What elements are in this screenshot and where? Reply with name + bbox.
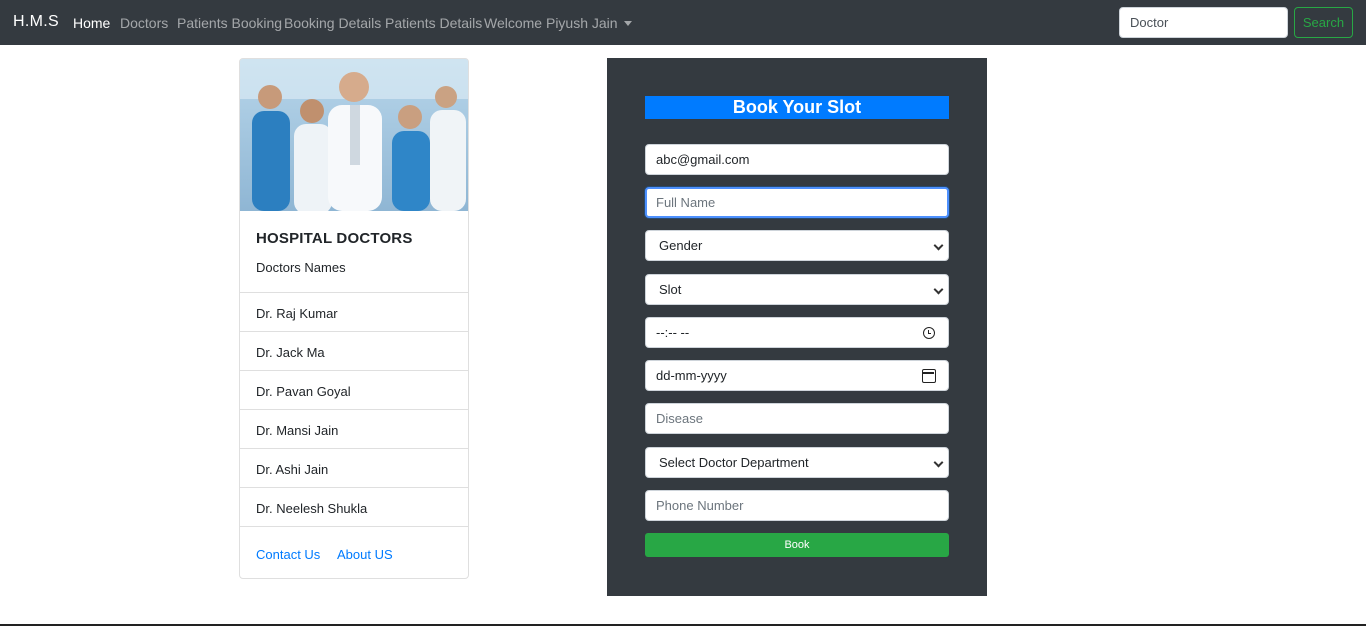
- caret-down-icon: [623, 21, 632, 26]
- about-us-link[interactable]: About US: [337, 547, 393, 562]
- card-title: HOSPITAL DOCTORS: [256, 230, 413, 247]
- phone-number-field[interactable]: Phone Number: [645, 490, 949, 521]
- chevron-down-icon: [933, 457, 944, 468]
- date-value: dd-mm-yyyy: [656, 368, 727, 383]
- list-item: Dr. Pavan Goyal: [240, 370, 468, 409]
- nav-user-dropdown[interactable]: Welcome Piyush Jain: [484, 15, 632, 31]
- list-item: Dr. Mansi Jain: [240, 409, 468, 448]
- form-title: Book Your Slot: [645, 96, 949, 119]
- nav-patients-booking[interactable]: Patients Booking: [177, 15, 282, 31]
- user-welcome-label: Welcome Piyush Jain: [484, 15, 618, 31]
- chevron-down-icon: [933, 284, 944, 295]
- doctors-card: HOSPITAL DOCTORS Doctors Names Dr. Raj K…: [239, 58, 469, 579]
- nav-doctors[interactable]: Doctors: [120, 15, 168, 31]
- time-value: --:-- --: [656, 325, 690, 340]
- doctors-team-image: [240, 59, 468, 211]
- calendar-icon[interactable]: [922, 369, 936, 383]
- list-item: Dr. Neelesh Shukla: [240, 487, 468, 527]
- full-name-placeholder: Full Name: [656, 195, 716, 210]
- gender-select-value: Gender: [659, 238, 703, 253]
- phone-number-placeholder: Phone Number: [656, 498, 744, 513]
- disease-placeholder: Disease: [656, 411, 703, 426]
- email-field[interactable]: abc@gmail.com: [645, 144, 949, 175]
- nav-booking-details[interactable]: Booking Details: [284, 15, 381, 31]
- slot-select-value: Slot: [659, 282, 682, 297]
- slot-select[interactable]: Slot: [645, 274, 949, 305]
- department-select-value: Select Doctor Department: [659, 455, 809, 470]
- list-item: Dr. Ashi Jain: [240, 448, 468, 487]
- nav-home[interactable]: Home: [73, 15, 110, 31]
- date-input[interactable]: dd-mm-yyyy: [645, 360, 949, 391]
- search-input[interactable]: [1119, 7, 1288, 38]
- time-input[interactable]: --:-- --: [645, 317, 949, 348]
- clock-icon[interactable]: [923, 327, 935, 339]
- department-select[interactable]: Select Doctor Department: [645, 447, 949, 478]
- full-name-field[interactable]: Full Name: [645, 187, 949, 218]
- book-button[interactable]: Book: [645, 533, 949, 557]
- brand-logo[interactable]: H.M.S: [13, 13, 59, 31]
- gender-select[interactable]: Gender: [645, 230, 949, 261]
- list-item: Dr. Raj Kumar: [240, 292, 468, 331]
- disease-field[interactable]: Disease: [645, 403, 949, 434]
- booking-panel: Book Your Slot abc@gmail.com Full Name G…: [607, 58, 987, 596]
- search-button[interactable]: Search: [1294, 7, 1353, 38]
- doctors-list: Dr. Raj Kumar Dr. Jack Ma Dr. Pavan Goya…: [240, 292, 468, 527]
- nav-patients-details[interactable]: Patients Details: [385, 15, 482, 31]
- card-subtitle: Doctors Names: [256, 260, 346, 275]
- top-navbar: H.M.S Home Doctors Patients Booking Book…: [0, 0, 1366, 45]
- email-value: abc@gmail.com: [656, 152, 750, 167]
- contact-us-link[interactable]: Contact Us: [256, 547, 320, 562]
- chevron-down-icon: [933, 240, 944, 251]
- list-item: Dr. Jack Ma: [240, 331, 468, 370]
